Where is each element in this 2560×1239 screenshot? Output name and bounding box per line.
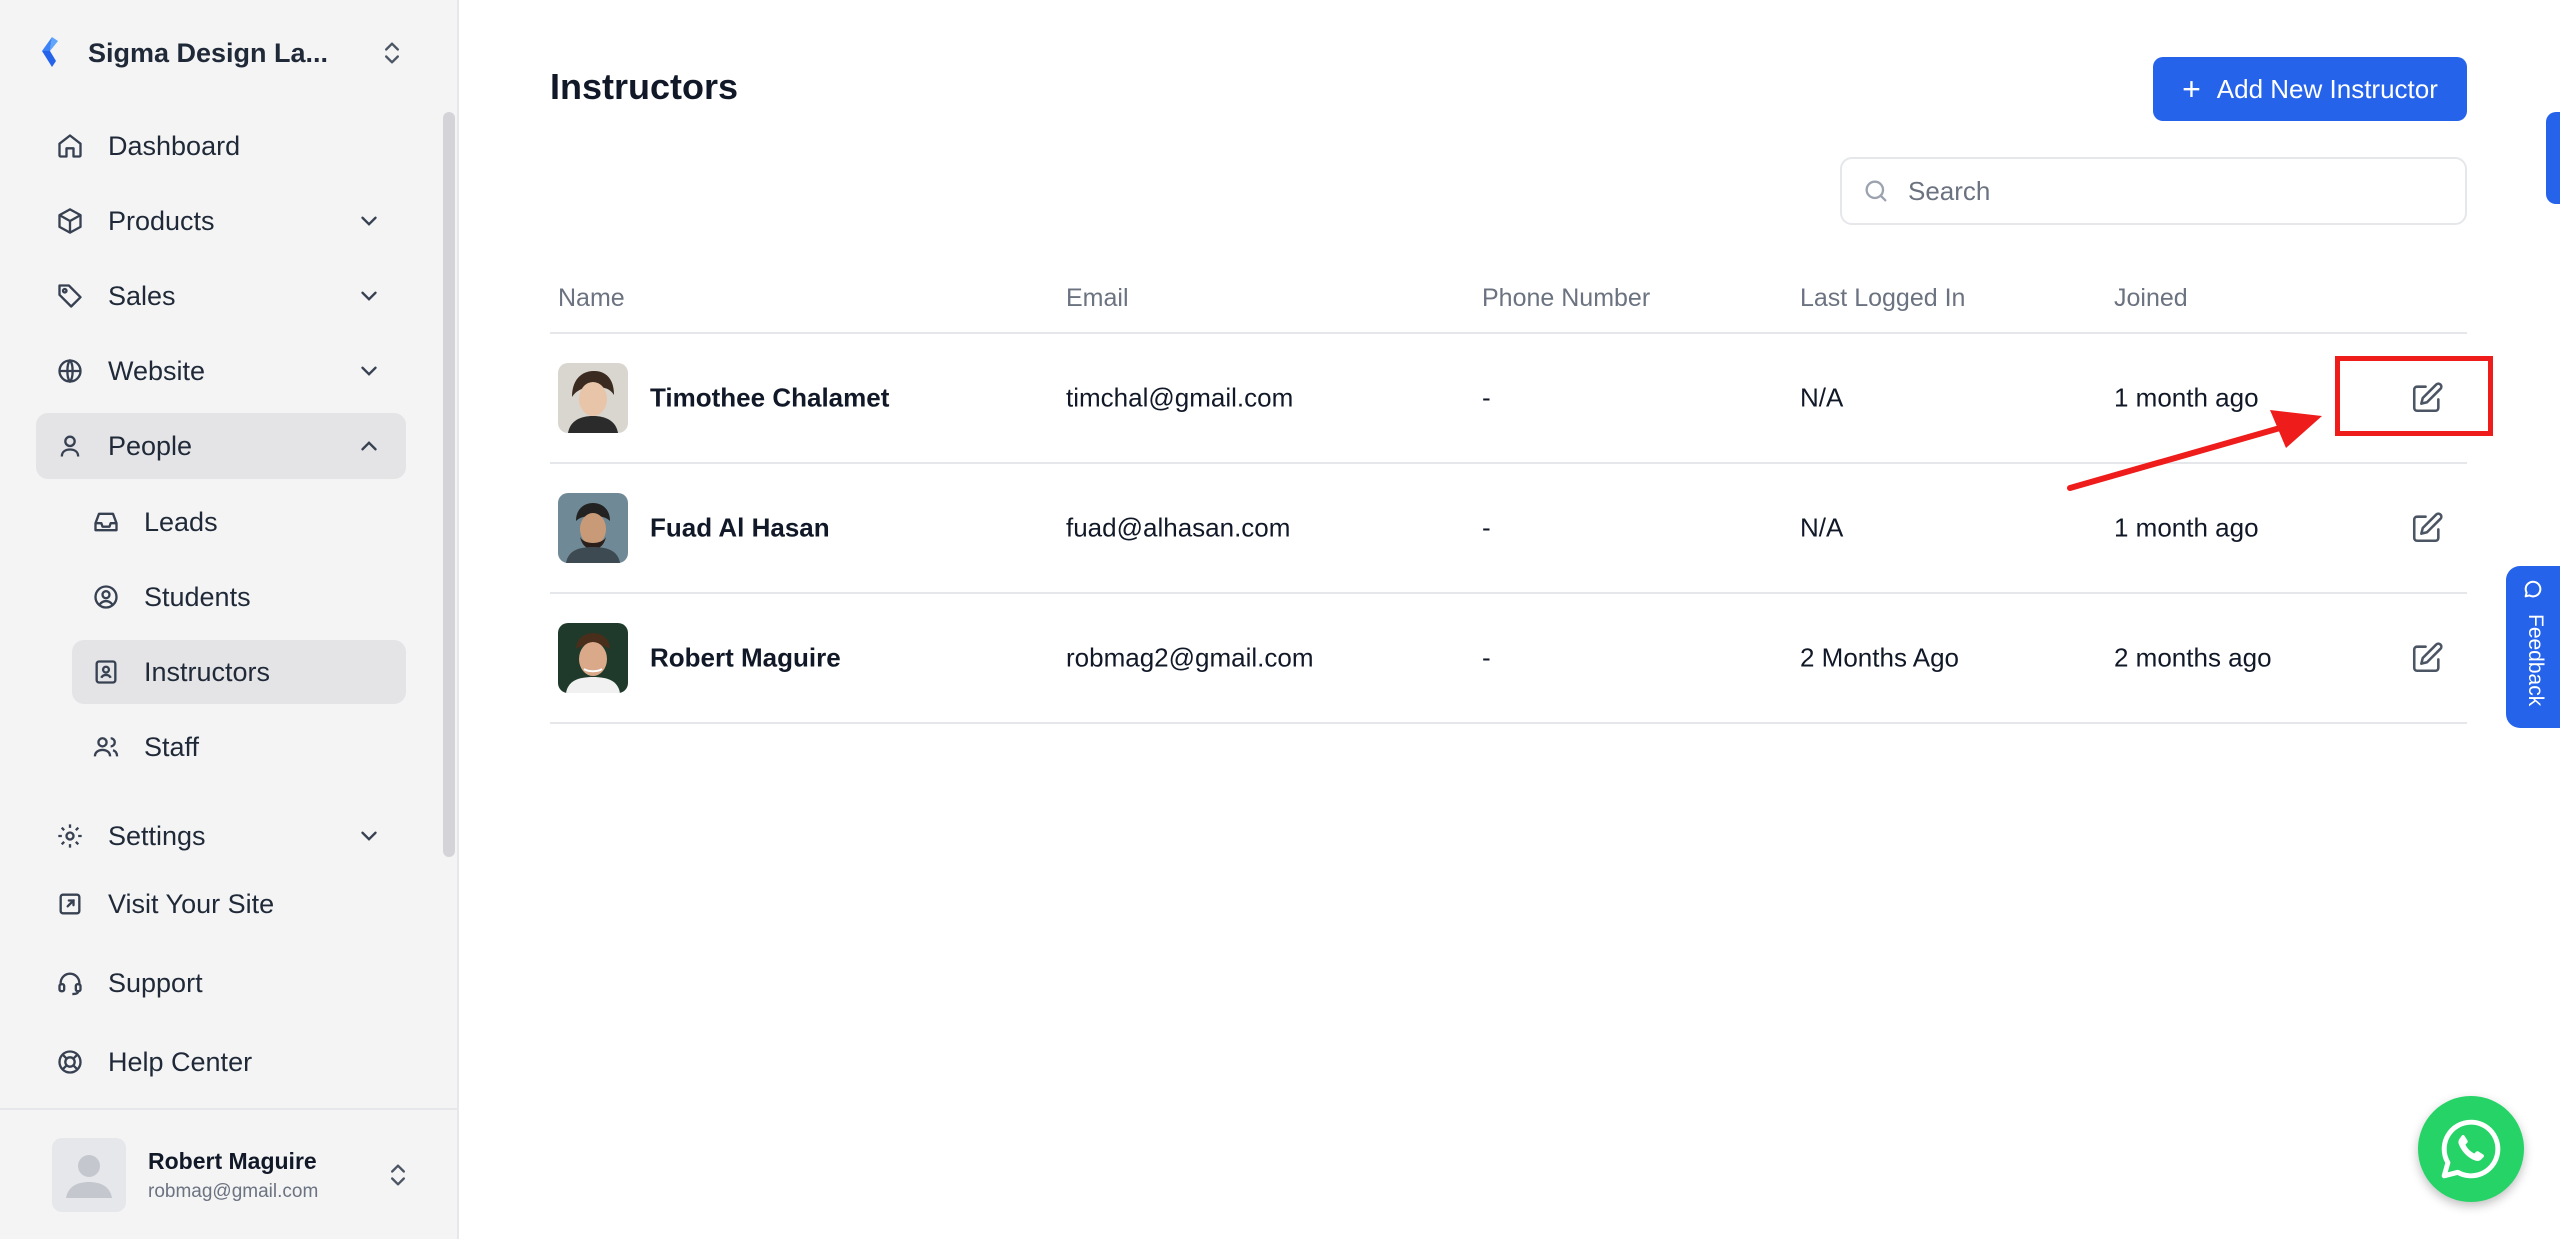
chevron-up-down-icon — [391, 1164, 405, 1186]
search-icon — [1865, 180, 1887, 202]
nav-students-label: Students — [144, 581, 251, 612]
column-header-email[interactable]: Email — [1066, 284, 1129, 313]
table-row[interactable]: Robert Maguire robmag2@gmail.com - 2 Mon… — [550, 594, 2467, 724]
sidebar-scrollbar[interactable] — [443, 112, 455, 857]
instructor-last-logged-in: N/A — [1800, 382, 1844, 413]
nav-instructors[interactable]: Instructors — [72, 640, 406, 704]
annotation-arrow-icon — [2067, 410, 2322, 491]
nav-website-label: Website — [108, 355, 206, 386]
user-icon — [60, 435, 80, 457]
nav-help-center-label: Help Center — [108, 1046, 253, 1077]
chevron-down-icon — [361, 831, 377, 841]
nav-help-center[interactable]: Help Center — [36, 1029, 406, 1095]
add-new-instructor-button[interactable]: + Add New Instructor — [2153, 57, 2467, 121]
headset-icon — [58, 972, 82, 996]
add-new-instructor-label: Add New Instructor — [2216, 73, 2438, 104]
nav-leads[interactable]: Leads — [72, 490, 406, 554]
page-title: Instructors — [550, 66, 739, 107]
column-header-name[interactable]: Name — [558, 284, 625, 313]
chevron-up-down-icon — [385, 42, 399, 64]
instructor-joined: 1 month ago — [2114, 512, 2259, 543]
sidebar: Sigma Design La... Dashboard Products Sa… — [0, 0, 459, 1239]
feedback-label: Feedback — [2524, 614, 2547, 707]
instructor-last-logged-in: 2 Months Ago — [1800, 642, 1959, 673]
divider — [0, 1108, 459, 1110]
nav-leads-label: Leads — [144, 506, 218, 537]
side-tab[interactable] — [2546, 112, 2560, 204]
instructor-email: fuad@alhasan.com — [1066, 512, 1291, 543]
nav-people[interactable]: People — [36, 413, 406, 479]
column-header-phone[interactable]: Phone Number — [1482, 284, 1650, 313]
gear-icon — [58, 824, 82, 848]
search-box[interactable] — [1840, 157, 2467, 225]
user-placeholder-icon — [66, 1155, 112, 1198]
instructor-email: timchal@gmail.com — [1066, 382, 1294, 413]
nav-visit-site-label: Visit Your Site — [108, 888, 275, 919]
instructor-name[interactable]: Timothee Chalamet — [650, 383, 889, 414]
chevron-down-icon — [361, 366, 377, 376]
nav-visit-site[interactable]: Visit Your Site — [36, 871, 406, 937]
edit-icon[interactable] — [2410, 641, 2444, 675]
instructor-name[interactable]: Fuad Al Hasan — [650, 513, 830, 544]
nav-staff[interactable]: Staff — [72, 715, 406, 779]
org-switcher[interactable]: Sigma Design La... — [36, 22, 406, 84]
nav-instructors-label: Instructors — [144, 656, 271, 687]
nav-settings[interactable]: Settings — [36, 803, 406, 869]
user-menu[interactable]: Robert Maguire robmag@gmail.com — [52, 1138, 412, 1212]
instructor-name[interactable]: Robert Maguire — [650, 643, 841, 674]
id-badge-icon — [95, 660, 117, 684]
table-header: Name Email Phone Number Last Logged In J… — [550, 276, 2467, 334]
nav-products[interactable]: Products — [36, 188, 406, 254]
instructor-photo — [558, 493, 628, 563]
chevron-up-icon — [361, 441, 377, 451]
nav-website[interactable]: Website — [36, 338, 406, 404]
avatar — [52, 1138, 126, 1212]
user-circle-icon — [94, 585, 118, 609]
instructor-photo — [558, 623, 628, 693]
nav-dashboard-label: Dashboard — [108, 130, 241, 161]
nav-dashboard[interactable]: Dashboard — [36, 113, 406, 179]
column-header-last-logged-in[interactable]: Last Logged In — [1800, 284, 1965, 313]
feedback-tab[interactable]: Feedback — [2506, 566, 2560, 728]
whatsapp-icon — [2441, 1119, 2501, 1179]
brand-logo-icon — [42, 37, 58, 67]
edit-icon[interactable] — [2410, 511, 2444, 545]
user-name: Robert Maguire — [148, 1147, 317, 1174]
external-link-icon — [59, 893, 81, 915]
instructor-photo — [558, 363, 628, 433]
home-icon — [58, 134, 82, 158]
instructor-phone: - — [1482, 512, 1491, 543]
nav-people-label: People — [108, 430, 193, 461]
nav-staff-label: Staff — [144, 731, 200, 762]
nav-products-label: Products — [108, 205, 215, 236]
chat-icon — [2524, 580, 2542, 598]
instructor-joined: 2 months ago — [2114, 642, 2272, 673]
box-icon — [58, 208, 82, 234]
plus-icon: + — [2182, 70, 2201, 107]
globe-icon — [58, 358, 82, 384]
tag-icon — [58, 284, 82, 308]
lifebuoy-icon — [58, 1050, 82, 1074]
users-icon — [93, 737, 119, 757]
nav-support[interactable]: Support — [36, 950, 406, 1016]
chevron-down-icon — [361, 216, 377, 226]
nav-support-label: Support — [108, 967, 203, 998]
nav-students[interactable]: Students — [72, 565, 406, 629]
nav-sales[interactable]: Sales — [36, 263, 406, 329]
inbox-icon — [94, 512, 118, 532]
instructor-phone: - — [1482, 642, 1491, 673]
instructor-phone: - — [1482, 382, 1491, 413]
column-header-joined[interactable]: Joined — [2114, 284, 2188, 313]
chevron-down-icon — [361, 291, 377, 301]
annotation-highlight-box — [2335, 356, 2493, 436]
instructor-last-logged-in: N/A — [1800, 512, 1844, 543]
org-name: Sigma Design La... — [88, 37, 329, 68]
search-input[interactable] — [1908, 175, 2428, 207]
nav-sales-label: Sales — [108, 280, 176, 311]
instructor-email: robmag2@gmail.com — [1066, 642, 1314, 673]
nav-settings-label: Settings — [108, 820, 206, 851]
whatsapp-button[interactable] — [2418, 1096, 2524, 1202]
user-email: robmag@gmail.com — [148, 1180, 319, 1202]
